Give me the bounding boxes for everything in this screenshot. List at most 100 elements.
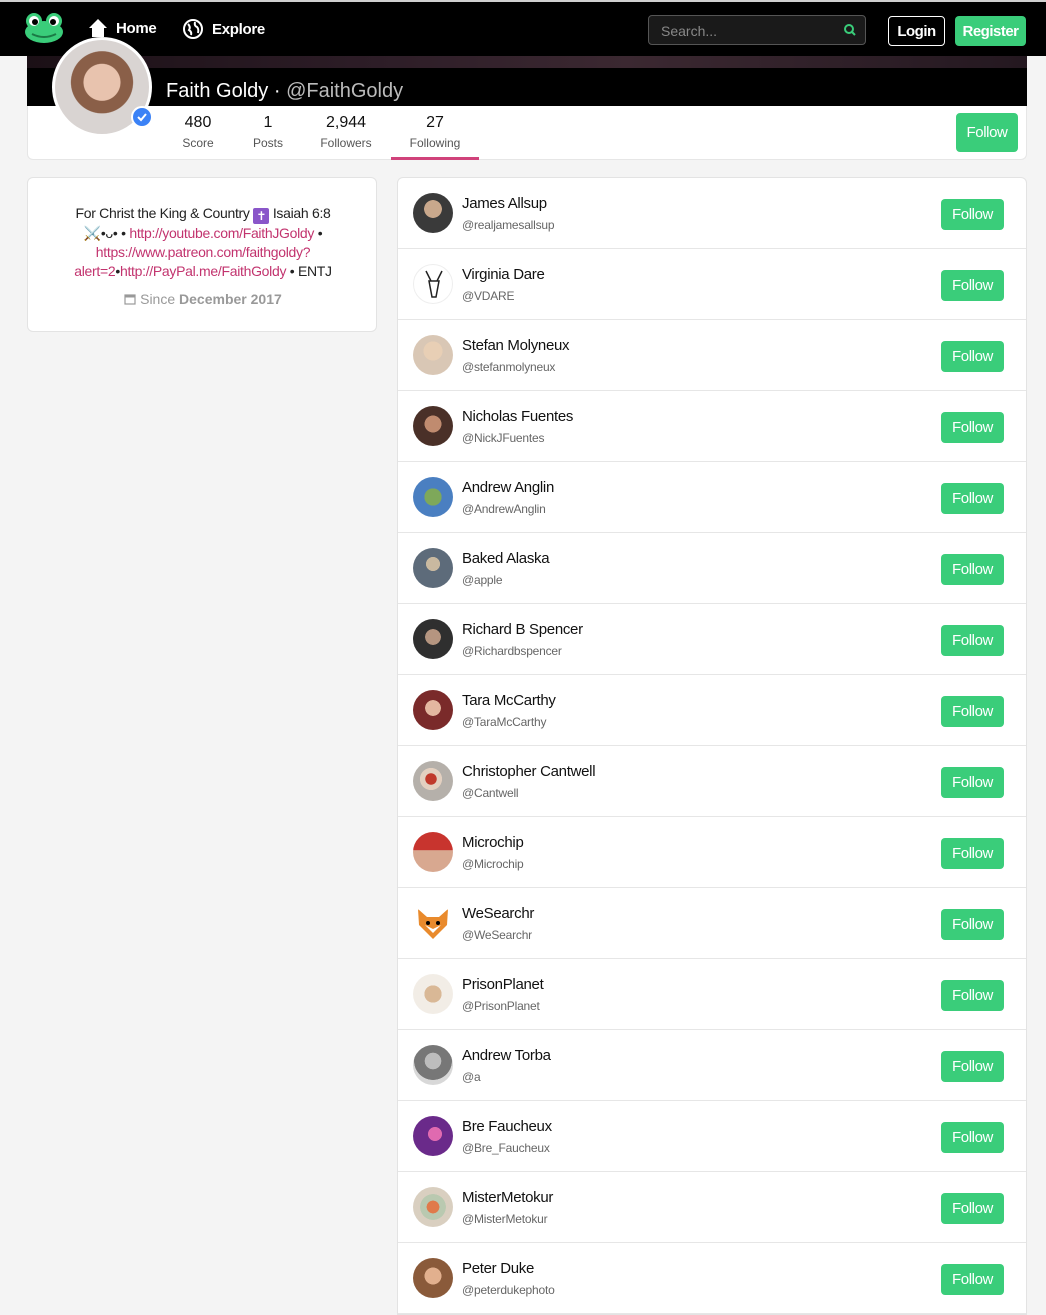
user-name[interactable]: James Allsup — [462, 195, 547, 212]
user-name[interactable]: Stefan Molyneux — [462, 337, 570, 354]
follow-button[interactable]: Follow — [941, 696, 1004, 727]
follow-button[interactable]: Follow — [941, 199, 1004, 230]
nav-home-link[interactable]: Home — [88, 18, 157, 38]
list-item[interactable]: Tara McCarthy @TaraMcCarthy Follow — [398, 675, 1026, 746]
list-item[interactable]: Andrew Anglin @AndrewAnglin Follow — [398, 462, 1026, 533]
list-item[interactable]: MisterMetokur @MisterMetokur Follow — [398, 1172, 1026, 1243]
user-name[interactable]: Virginia Dare — [462, 266, 545, 283]
bio-line2-a: ⚔️•ᴗ• — [83, 225, 118, 241]
list-item[interactable]: Virginia Dare @VDARE Follow — [398, 249, 1026, 320]
follow-button[interactable]: Follow — [941, 1193, 1004, 1224]
user-handle: @apple — [462, 573, 503, 587]
follow-button[interactable]: Follow — [941, 1122, 1004, 1153]
follow-button[interactable]: Follow — [941, 412, 1004, 443]
user-avatar[interactable] — [413, 832, 453, 872]
user-name[interactable]: Christopher Cantwell — [462, 763, 596, 780]
user-name[interactable]: Peter Duke — [462, 1260, 534, 1277]
list-item[interactable]: Bre Faucheux @Bre_Faucheux Follow — [398, 1101, 1026, 1172]
user-avatar[interactable] — [413, 477, 453, 517]
user-name[interactable]: MisterMetokur — [462, 1189, 553, 1206]
user-name[interactable]: Nicholas Fuentes — [462, 408, 573, 425]
follow-button[interactable]: Follow — [941, 1264, 1004, 1295]
user-name[interactable]: Microchip — [462, 834, 524, 851]
user-avatar[interactable] — [413, 1187, 453, 1227]
list-item[interactable]: Microchip @Microchip Follow — [398, 817, 1026, 888]
stat-score[interactable]: 480 Score — [178, 114, 218, 150]
user-name[interactable]: PrisonPlanet — [462, 976, 544, 993]
follow-button[interactable]: Follow — [941, 1051, 1004, 1082]
search-input[interactable] — [659, 20, 843, 42]
list-item[interactable]: Nicholas Fuentes @NickJFuentes Follow — [398, 391, 1026, 462]
user-handle: @Richardbspencer — [462, 644, 562, 658]
list-item[interactable]: James Allsup @realjamesallsup Follow — [398, 178, 1026, 249]
profile-display-name: Faith Goldy — [166, 80, 269, 102]
top-navbar: Home Explore Login Register — [0, 0, 1046, 56]
user-avatar[interactable] — [413, 690, 453, 730]
list-item[interactable]: Peter Duke @peterdukephoto Follow — [398, 1243, 1026, 1314]
user-handle: @MisterMetokur — [462, 1212, 548, 1226]
follow-button[interactable]: Follow — [941, 270, 1004, 301]
list-item[interactable]: Richard B Spencer @Richardbspencer Follo… — [398, 604, 1026, 675]
user-handle: @NickJFuentes — [462, 431, 545, 445]
follow-button[interactable]: Follow — [941, 625, 1004, 656]
bio-paypal-link[interactable]: http://PayPal.me/FaithGoldy — [120, 263, 287, 279]
user-avatar[interactable] — [413, 1045, 453, 1085]
user-avatar[interactable] — [413, 264, 453, 304]
follow-button[interactable]: Follow — [941, 554, 1004, 585]
user-avatar[interactable] — [413, 974, 453, 1014]
user-avatar[interactable] — [413, 335, 453, 375]
search-box — [648, 15, 866, 45]
follow-button[interactable]: Follow — [941, 980, 1004, 1011]
user-avatar[interactable] — [413, 548, 453, 588]
user-handle: @Microchip — [462, 857, 524, 871]
nav-explore-label: Explore — [212, 20, 265, 38]
antelope-icon — [425, 270, 443, 298]
user-avatar[interactable] — [413, 761, 453, 801]
stat-followers-label: Followers — [320, 136, 372, 150]
stat-following[interactable]: 27 Following — [408, 114, 462, 150]
frog-icon[interactable] — [24, 12, 64, 44]
stat-following-label: Following — [409, 136, 461, 150]
bio-line1-a: For Christ the King & Country — [75, 205, 250, 221]
stat-posts[interactable]: 1 Posts — [248, 114, 288, 150]
bio-text: For Christ the King & Country ✝ Isaiah 6… — [48, 204, 358, 281]
user-handle: @TaraMcCarthy — [462, 715, 547, 729]
user-name[interactable]: WeSearchr — [462, 905, 534, 922]
profile-follow-button[interactable]: Follow — [956, 113, 1018, 152]
user-name[interactable]: Richard B Spencer — [462, 621, 583, 638]
stat-followers[interactable]: 2,944 Followers — [318, 114, 374, 150]
user-name[interactable]: Andrew Torba — [462, 1047, 551, 1064]
list-item[interactable]: Christopher Cantwell @Cantwell Follow — [398, 746, 1026, 817]
user-avatar[interactable] — [413, 903, 453, 943]
follow-button[interactable]: Follow — [941, 483, 1004, 514]
user-avatar[interactable] — [413, 1116, 453, 1156]
follow-button[interactable]: Follow — [941, 838, 1004, 869]
follow-button[interactable]: Follow — [941, 341, 1004, 372]
follow-button[interactable]: Follow — [941, 909, 1004, 940]
user-name[interactable]: Baked Alaska — [462, 550, 550, 567]
user-name[interactable]: Tara McCarthy — [462, 692, 556, 709]
profile-separator: · — [273, 80, 281, 102]
user-handle: @a — [462, 1070, 481, 1084]
user-avatar[interactable] — [413, 619, 453, 659]
search-icon[interactable] — [843, 23, 857, 37]
user-name[interactable]: Bre Faucheux — [462, 1118, 552, 1135]
list-item[interactable]: WeSearchr @WeSearchr Follow — [398, 888, 1026, 959]
stat-score-label: Score — [182, 136, 214, 150]
register-button[interactable]: Register — [955, 16, 1026, 46]
follow-button[interactable]: Follow — [941, 767, 1004, 798]
user-avatar[interactable] — [413, 1258, 453, 1298]
stat-following-value: 27 — [426, 114, 444, 131]
login-button[interactable]: Login — [888, 16, 945, 46]
profile-handle: @FaithGoldy — [286, 80, 404, 102]
list-item[interactable]: Andrew Torba @a Follow — [398, 1030, 1026, 1101]
user-handle: @stefanmolyneux — [462, 360, 556, 374]
user-avatar[interactable] — [413, 406, 453, 446]
bio-youtube-link[interactable]: http://youtube.com/FaithJGoldy — [129, 225, 314, 241]
list-item[interactable]: Stefan Molyneux @stefanmolyneux Follow — [398, 320, 1026, 391]
user-name[interactable]: Andrew Anglin — [462, 479, 554, 496]
list-item[interactable]: Baked Alaska @apple Follow — [398, 533, 1026, 604]
user-avatar[interactable] — [413, 193, 453, 233]
nav-explore-link[interactable]: Explore — [182, 18, 265, 40]
list-item[interactable]: PrisonPlanet @PrisonPlanet Follow — [398, 959, 1026, 1030]
